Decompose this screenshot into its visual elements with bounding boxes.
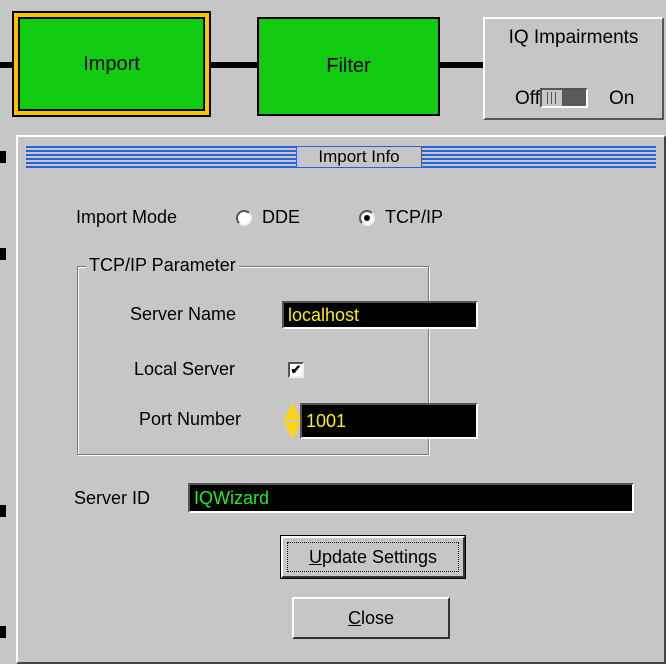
server-name-label: Server Name [130,304,237,324]
close-button[interactable]: Close [292,597,450,639]
flow-line-left [0,62,12,68]
port-number-spinner[interactable] [283,403,301,439]
import-info-dialog: Import Info Import Mode DDE TCP/IP TCP/I… [16,135,666,664]
toggle-knob [542,90,563,106]
flow-stub [0,505,6,517]
import-block[interactable]: Import [18,17,205,111]
port-number-value: 1001 [306,410,347,431]
iq-toggle-on-label: On [609,88,635,109]
local-server-label: Local Server [134,359,236,379]
spinner-up-arrow-icon[interactable] [283,403,301,420]
tcpip-parameter-group: TCP/IP Parameter Server Name localhost L… [77,255,478,455]
tcpip-parameter-group-title: TCP/IP Parameter [86,255,239,276]
server-id-input[interactable]: IQWizard [188,483,634,513]
radio-tcpip[interactable] [359,210,375,226]
flow-stub [0,248,6,260]
focus-ring [287,542,459,572]
port-number-label: Port Number [139,409,242,429]
toggle-track [563,90,586,106]
radio-tcpip-label[interactable]: TCP/IP [385,207,443,228]
import-block-selection[interactable]: Import [12,11,211,117]
iq-toggle-off-label: Off [515,88,540,109]
spinner-down-arrow-icon[interactable] [283,422,301,439]
close-label: Close [347,607,395,628]
server-name-value: localhost [288,304,360,325]
flow-stub [0,626,6,638]
flow-stub [0,151,6,163]
import-block-label: Import [83,52,140,75]
local-server-checkbox[interactable]: ✔ [288,362,304,378]
iq-impairments-toggle[interactable] [540,88,588,108]
dialog-title: Import Info [296,146,422,168]
iq-impairments-title: IQ Impairments [508,27,639,48]
import-mode-label: Import Mode [76,207,178,227]
filter-block[interactable]: Filter [257,17,440,116]
iq-impairments-block[interactable]: IQ Impairments Off On [483,17,664,120]
radio-dde[interactable] [236,210,252,226]
flow-line-import-filter [211,62,257,68]
dialog-titlebar[interactable]: Import Info [26,146,656,168]
filter-block-label: Filter [326,55,371,77]
port-number-input[interactable]: 1001 [300,403,478,439]
server-id-value: IQWizard [194,487,270,508]
server-id-label: Server ID [74,488,151,508]
flow-line-filter-iq [440,62,483,68]
radio-dde-label[interactable]: DDE [262,207,300,228]
server-name-input[interactable]: localhost [282,301,478,329]
update-settings-button[interactable]: Update Settings [280,535,466,579]
